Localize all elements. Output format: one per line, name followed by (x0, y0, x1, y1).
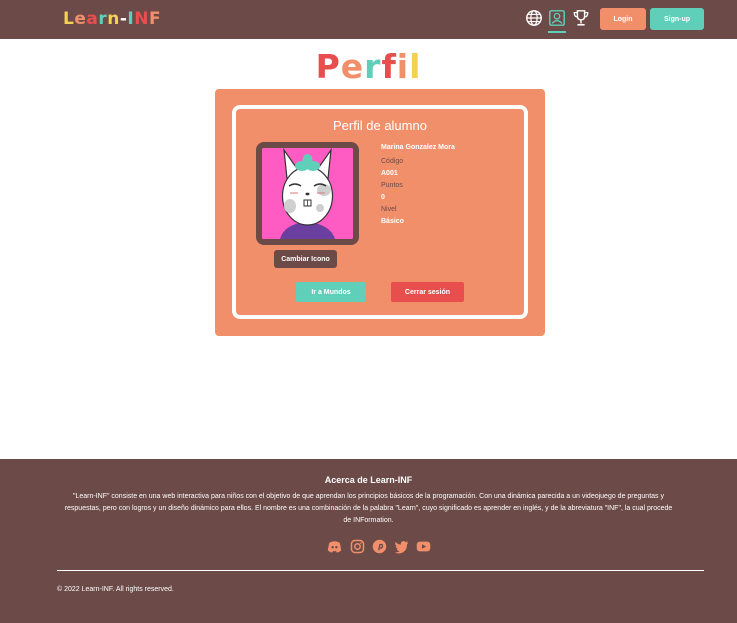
discord-icon[interactable] (327, 539, 342, 554)
logo-letter: a (86, 9, 99, 29)
trophy-icon[interactable] (572, 9, 590, 27)
signup-button[interactable]: Sign-up (650, 8, 704, 30)
level-value: Básico (381, 218, 404, 225)
title-letter: f (381, 47, 397, 86)
site-logo[interactable]: Learn-INF (63, 9, 161, 29)
logo-letter: L (63, 9, 75, 29)
code-label: Código (381, 158, 404, 165)
card-title: Perfil de alumno (333, 118, 427, 133)
pinterest-icon[interactable] (372, 539, 387, 554)
logo-letter: - (119, 9, 128, 29)
active-tab-indicator (548, 31, 566, 33)
logo-letter: N (134, 9, 149, 29)
title-letter: l (409, 47, 422, 86)
footer-divider (57, 570, 704, 571)
youtube-icon[interactable] (416, 539, 431, 554)
logo-letter: e (74, 9, 87, 29)
change-icon-button[interactable]: Cambiar Icono (274, 250, 337, 268)
logo-letter: I (127, 9, 135, 29)
logo-letter: r (98, 9, 108, 29)
logout-button[interactable]: Cerrar sesión (391, 282, 464, 302)
bunny-avatar-icon (262, 148, 353, 239)
footer-description: "Learn-INF" consiste en una web interact… (64, 493, 673, 524)
title-letter: i (396, 47, 410, 86)
page-title: Perfil (0, 47, 737, 86)
go-to-worlds-button[interactable]: Ir a Mundos (296, 282, 366, 302)
title-letter: r (364, 47, 382, 86)
logo-letter: F (148, 9, 162, 29)
avatar (262, 148, 353, 239)
student-name: Marina Gonzalez Mora (381, 144, 455, 151)
copyright: © 2022 Learn-INF. All rights reserved. (57, 586, 174, 593)
footer-title: Acerca de Learn-INF (324, 475, 413, 485)
instagram-icon[interactable] (350, 539, 365, 554)
login-button[interactable]: Login (600, 8, 646, 30)
twitter-icon[interactable] (394, 539, 409, 554)
points-label: Puntos (381, 182, 403, 189)
navbar: Learn-INF Login Sign-up (0, 0, 737, 39)
points-value: 0 (381, 194, 385, 201)
profile-icon[interactable] (548, 9, 566, 27)
logo-letter: n (107, 9, 120, 29)
globe-icon[interactable] (525, 9, 543, 27)
title-letter: e (340, 47, 365, 86)
code-value: A001 (381, 170, 398, 177)
footer: Acerca de Learn-INF "Learn-INF" consiste… (0, 459, 737, 623)
title-letter: P (315, 47, 341, 86)
level-label: Nivel (381, 206, 397, 213)
